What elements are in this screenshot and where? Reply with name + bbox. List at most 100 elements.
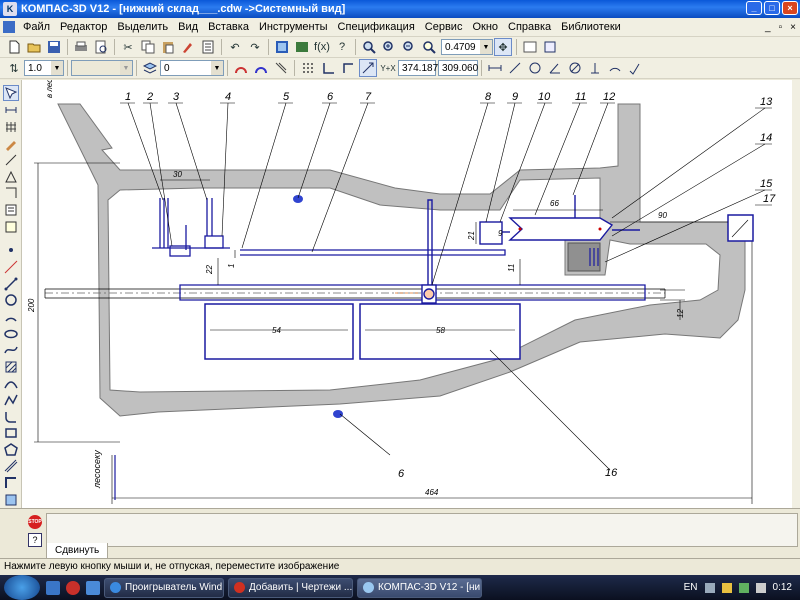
edit-tab-icon[interactable] <box>3 136 19 151</box>
dimension-linear-icon[interactable] <box>486 59 504 77</box>
layer-combo[interactable]: 0 ▼ <box>160 60 224 76</box>
manager-icon[interactable] <box>273 38 291 56</box>
arc-icon[interactable] <box>3 310 19 325</box>
dimension-height-icon[interactable] <box>586 59 604 77</box>
taskbar-button-browser[interactable]: Добавить | Чертежи ... <box>228 577 353 598</box>
redo-icon[interactable]: ↷ <box>246 38 264 56</box>
menu-edit[interactable]: Редактор <box>55 21 112 33</box>
circle-icon[interactable] <box>3 293 19 308</box>
dimension-diameter-icon[interactable] <box>566 59 584 77</box>
menu-specification[interactable]: Спецификация <box>333 21 420 33</box>
step-icon[interactable]: ⇅ <box>5 59 23 77</box>
properties-icon[interactable] <box>199 38 217 56</box>
undo-icon[interactable]: ↶ <box>226 38 244 56</box>
title-bar[interactable]: K КОМПАС-3D V12 - [нижний склад___.cdw -… <box>0 0 800 18</box>
select-tab-icon[interactable] <box>3 186 19 201</box>
document-icon[interactable] <box>3 21 15 33</box>
zoom-scale-icon[interactable] <box>420 38 438 56</box>
zoom-window-icon[interactable] <box>360 38 378 56</box>
coord-y-field[interactable]: 309.060 <box>438 60 478 76</box>
dimension-angle-icon[interactable] <box>546 59 564 77</box>
minimize-button[interactable]: _ <box>746 1 762 15</box>
dimensions-tab-icon[interactable] <box>3 103 19 118</box>
equidistant-icon[interactable] <box>3 459 19 474</box>
help-pointer-icon[interactable]: ? <box>333 38 351 56</box>
mdi-close-button[interactable]: × <box>790 22 796 33</box>
cut-icon[interactable]: ✂ <box>119 38 137 56</box>
layer-icon[interactable] <box>141 59 159 77</box>
help-icon[interactable]: ? <box>28 533 42 547</box>
menu-window[interactable]: Окно <box>467 21 503 33</box>
taskbar-button-media-player[interactable]: Проигрыватель Wind... <box>104 577 224 598</box>
fillet-icon[interactable] <box>3 409 19 424</box>
dimension-arc-icon[interactable] <box>606 59 624 77</box>
stop-icon[interactable]: STOP <box>28 515 42 529</box>
app-icon[interactable]: K <box>3 2 17 16</box>
dimension-radial-icon[interactable] <box>526 59 544 77</box>
chevron-down-icon[interactable]: ▼ <box>211 61 223 75</box>
point-icon[interactable] <box>3 243 19 258</box>
cursor-coords-icon[interactable] <box>359 59 377 77</box>
menu-service[interactable]: Сервис <box>420 21 468 33</box>
paste-icon[interactable] <box>159 38 177 56</box>
grid-icon[interactable] <box>299 59 317 77</box>
drawing-canvas[interactable]: 1 2 3 4 5 6 7 8 9 10 11 12 13 14 15 16 1… <box>22 80 792 508</box>
refresh-icon[interactable] <box>521 38 539 56</box>
spec-tab-icon[interactable] <box>3 203 19 218</box>
chevron-down-icon[interactable]: ▼ <box>51 61 63 75</box>
coord-x-field[interactable]: 374.187 <box>398 60 438 76</box>
show-desktop-icon[interactable] <box>46 580 60 595</box>
volume-icon[interactable] <box>755 582 766 593</box>
tray-app-icon[interactable] <box>738 582 749 593</box>
maximize-button[interactable]: □ <box>764 1 780 15</box>
polyline-icon[interactable] <box>3 393 19 408</box>
zoom-in-icon[interactable] <box>380 38 398 56</box>
bezier-icon[interactable] <box>3 376 19 391</box>
show-all-icon[interactable] <box>541 38 559 56</box>
menu-file[interactable]: Файл <box>18 21 55 33</box>
zoom-combo[interactable]: 0.4709 ▼ <box>441 39 493 55</box>
local-cs-icon[interactable] <box>319 59 337 77</box>
open-file-icon[interactable] <box>25 38 43 56</box>
vertical-scrollbar[interactable] <box>792 80 800 508</box>
segment-icon[interactable] <box>3 276 19 291</box>
pan-icon[interactable]: ✥ <box>494 38 512 56</box>
start-button[interactable] <box>4 575 40 600</box>
close-button[interactable]: × <box>782 1 798 15</box>
format-painter-icon[interactable] <box>179 38 197 56</box>
hatch-icon[interactable] <box>3 359 19 374</box>
roughness-icon[interactable] <box>626 59 644 77</box>
ortho-icon[interactable] <box>272 59 290 77</box>
menu-libraries[interactable]: Библиотеки <box>556 21 626 33</box>
geometry-tab-icon[interactable] <box>2 85 19 101</box>
copy-icon[interactable] <box>139 38 157 56</box>
clock[interactable]: 0:12 <box>773 582 792 593</box>
taskbar-button-kompas[interactable]: КОМПАС-3D V12 - [ни... <box>357 577 482 598</box>
print-icon[interactable] <box>72 38 90 56</box>
ellipse-icon[interactable] <box>3 326 19 341</box>
library-manager-icon[interactable] <box>293 38 311 56</box>
tray-app-icon[interactable] <box>721 582 732 593</box>
snap-icon[interactable] <box>232 59 250 77</box>
spline-icon[interactable] <box>3 343 19 358</box>
drawing-svg[interactable]: 1 2 3 4 5 6 7 8 9 10 11 12 13 14 15 16 1… <box>22 80 792 508</box>
aux-line-icon[interactable] <box>3 260 19 275</box>
chevron-down-icon[interactable]: ▼ <box>480 40 492 54</box>
local-snap-icon[interactable] <box>252 59 270 77</box>
ortho-mode-icon[interactable] <box>339 59 357 77</box>
parametrization-tab-icon[interactable] <box>3 153 19 168</box>
designations-tab-icon[interactable] <box>3 120 19 135</box>
print-preview-icon[interactable] <box>92 38 110 56</box>
function-icon[interactable]: f(x) <box>313 38 331 56</box>
polygon-icon[interactable] <box>3 442 19 458</box>
reports-tab-icon[interactable] <box>3 219 19 234</box>
measure-tab-icon[interactable] <box>3 169 19 184</box>
tab-pan[interactable]: Сдвинуть <box>46 543 109 559</box>
new-file-icon[interactable] <box>5 38 23 56</box>
opera-icon[interactable] <box>66 580 80 595</box>
menu-view[interactable]: Вид <box>173 21 203 33</box>
rectangle-icon[interactable] <box>3 426 19 441</box>
network-icon[interactable] <box>704 582 715 593</box>
mdi-restore-button[interactable]: ▫ <box>779 22 783 33</box>
media-player-icon[interactable] <box>86 580 100 595</box>
